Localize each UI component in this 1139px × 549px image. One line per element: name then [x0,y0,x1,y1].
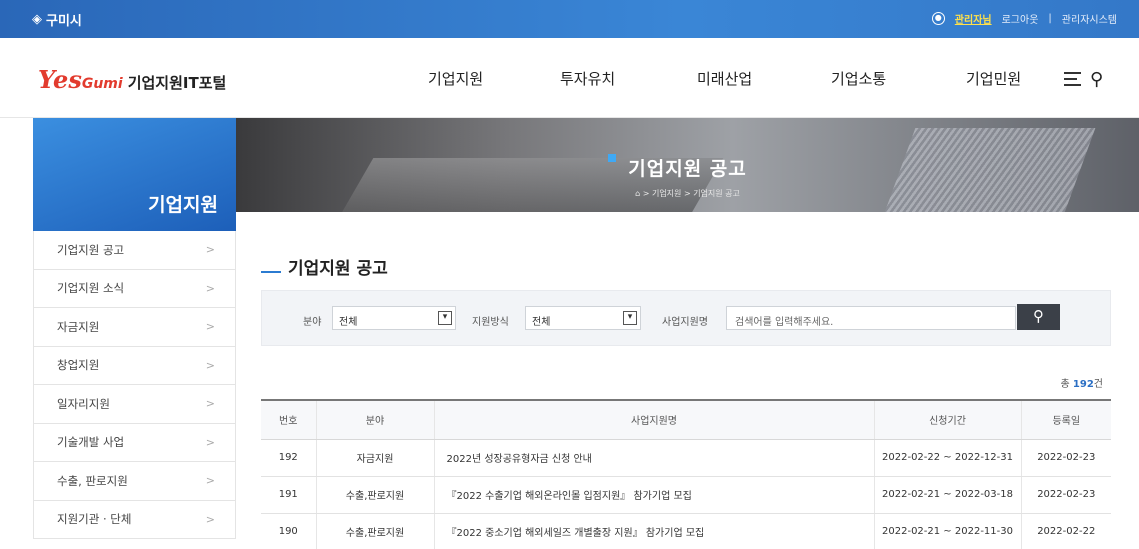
home-icon[interactable]: ⌂ [635,189,640,198]
type-filter-value: 전체 [532,317,551,328]
row-period: 2022-02-22 ~ 2022-12-31 [873,439,1021,477]
sidebar-item-export[interactable]: 수출, 판로지원 > [33,462,236,501]
col-date: 등록일 [1020,399,1111,440]
chevron-right-icon: > [205,512,215,526]
field-filter-label: 분야 [303,317,322,328]
search-icon: ⚲ [1033,307,1044,325]
field-filter-select[interactable]: 전체 ▾ [332,306,456,330]
row-field: 수출,판로지원 [315,513,434,549]
title-accent-bar [261,270,281,273]
sidebar-item-jobs[interactable]: 일자리지원 > [33,385,236,424]
table-row[interactable]: 190 수출,판로지원 『2022 중소기업 해외세일즈 개별출장 지원』 참가… [261,513,1111,549]
row-number: 191 [261,476,316,514]
table-row[interactable]: 191 수출,판로지원 『2022 수출기업 해외온라인몰 입점지원』 참가기업… [261,476,1111,514]
col-title: 사업지원명 [433,399,874,440]
site-header: Yes Gumi 기업지원IT포털 기업지원 투자유치 미래산업 기업소통 기업… [0,38,1139,118]
admin-link[interactable]: 관리자님 [955,11,992,26]
sidebar-item-label: 지원기관 · 단체 [57,512,132,527]
row-field: 자금지원 [315,439,434,477]
sidebar-item-news[interactable]: 기업지원 소식 > [33,269,236,308]
row-field: 수출,판로지원 [315,476,434,514]
sidebar-item-label: 기업지원 소식 [57,281,125,296]
row-number: 192 [261,439,316,477]
sidebar-item-tech-dev[interactable]: 기술개발 사업 > [33,423,236,462]
chevron-right-icon: > [205,358,215,372]
top-util-bar: ◈ 구미시 ● 관리자님 로그아웃 | 관리자시스템 [0,0,1139,38]
field-filter-value: 전체 [339,317,358,328]
util-links: ● 관리자님 로그아웃 | 관리자시스템 [931,11,1117,26]
sidebar-item-label: 수출, 판로지원 [57,473,128,488]
page-title: 기업지원 공고 [261,254,388,279]
row-period: 2022-02-21 ~ 2022-11-30 [873,513,1021,549]
sidebar-menu: 기업지원 공고 > 기업지원 소식 > 자금지원 > 창업지원 > 일자리지원 > 기술개… [33,231,236,539]
row-date: 2022-02-23 [1020,439,1111,477]
user-icon: ● [931,12,945,25]
hero-banner: 기업지원 공고 ⌂ > 기업지원 > 기업지원 공고 [236,118,1139,212]
type-filter-label: 지원방식 [472,317,509,328]
total-prefix: 총 [1060,379,1070,390]
nav-item-civil-affairs[interactable]: 기업민원 [966,68,1021,89]
total-suffix: 건 [1093,379,1103,390]
util-separator: | [1048,13,1052,24]
chevron-down-icon: ▾ [623,311,637,325]
row-date: 2022-02-23 [1020,476,1111,514]
nav-item-investment[interactable]: 투자유치 [560,68,615,89]
nav-item-future-industry[interactable]: 미래산업 [697,68,752,89]
keyword-search-input[interactable]: 검색어를 입력해주세요. [726,306,1016,330]
chevron-right-icon: > [205,397,215,411]
sidebar-title: 기업지원 [148,194,218,216]
admin-system-link[interactable]: 관리자시스템 [1062,11,1117,26]
table-header-row: 번호 분야 사업지원명 신청기간 등록일 [261,399,1111,440]
chevron-down-icon: ▾ [438,311,452,325]
city-mark-icon: ◈ [32,12,42,27]
total-number: 192 [1072,379,1094,390]
city-name: 구미시 [46,14,82,29]
chevron-right-icon: > [205,320,215,334]
col-number: 번호 [261,399,316,440]
hamburger-menu-icon[interactable] [1064,72,1081,90]
row-number: 190 [261,513,316,549]
page-title-text: 기업지원 공고 [288,259,388,279]
sidebar-item-label: 기술개발 사업 [57,435,125,450]
table-row[interactable]: 192 자금지원 2022년 성장공유형자금 신청 안내 2022-02-22 … [261,439,1111,477]
chevron-right-icon: > [205,435,215,449]
breadcrumb-path: > 기업지원 > 기업지원 공고 [642,189,740,198]
type-filter-select[interactable]: 전체 ▾ [525,306,641,330]
search-icon[interactable]: ⚲ [1090,69,1103,90]
sidebar-header: 기업지원 [33,118,236,231]
sidebar-item-label: 일자리지원 [57,396,110,411]
sidebar-item-notice[interactable]: 기업지원 공고 > [33,231,236,270]
row-date: 2022-02-22 [1020,513,1111,549]
keyword-placeholder: 검색어를 입력해주세요. [735,317,834,328]
city-logo-link[interactable]: ◈ 구미시 [32,10,82,29]
row-title-link[interactable]: 『2022 중소기업 해외세일즈 개별출장 지원』 참가기업 모집 [433,513,874,549]
row-period: 2022-02-21 ~ 2022-03-18 [873,476,1021,514]
sidebar-item-agencies[interactable]: 지원기관 · 단체 > [33,500,236,539]
sidebar-item-startup[interactable]: 창업지원 > [33,346,236,385]
banner-title: 기업지원 공고 [628,158,747,180]
search-button[interactable]: ⚲ [1017,304,1060,330]
nav-item-business-support[interactable]: 기업지원 [428,68,483,89]
row-title-link[interactable]: 2022년 성장공유형자금 신청 안내 [433,439,874,477]
breadcrumb: ⌂ > 기업지원 > 기업지원 공고 [236,188,1139,199]
sidebar-item-label: 창업지원 [57,358,100,373]
keyword-label: 사업지원명 [662,317,708,328]
total-count: 총 192건 [1061,375,1103,390]
chevron-right-icon: > [205,281,215,295]
chevron-right-icon: > [205,243,215,257]
chevron-right-icon: > [205,474,215,488]
sidebar-item-label: 자금지원 [57,319,100,334]
logout-link[interactable]: 로그아웃 [1002,11,1039,26]
col-period: 신청기간 [873,399,1021,440]
nav-item-communication[interactable]: 기업소통 [831,68,886,89]
row-title-link[interactable]: 『2022 수출기업 해외온라인몰 입점지원』 참가기업 모집 [433,476,874,514]
search-filter-box: 분야 전체 ▾ 지원방식 전체 ▾ 사업지원명 검색어를 입력해주세요. ⚲ [261,290,1111,346]
sidebar-item-label: 기업지원 공고 [57,242,125,257]
col-field: 분야 [315,399,434,440]
sidebar-item-funding[interactable]: 자금지원 > [33,308,236,347]
main-nav: 기업지원 투자유치 미래산업 기업소통 기업민원 ⚲ [0,68,1139,92]
notice-table: 번호 분야 사업지원명 신청기간 등록일 192 자금지원 2022년 성장공유… [261,399,1111,549]
